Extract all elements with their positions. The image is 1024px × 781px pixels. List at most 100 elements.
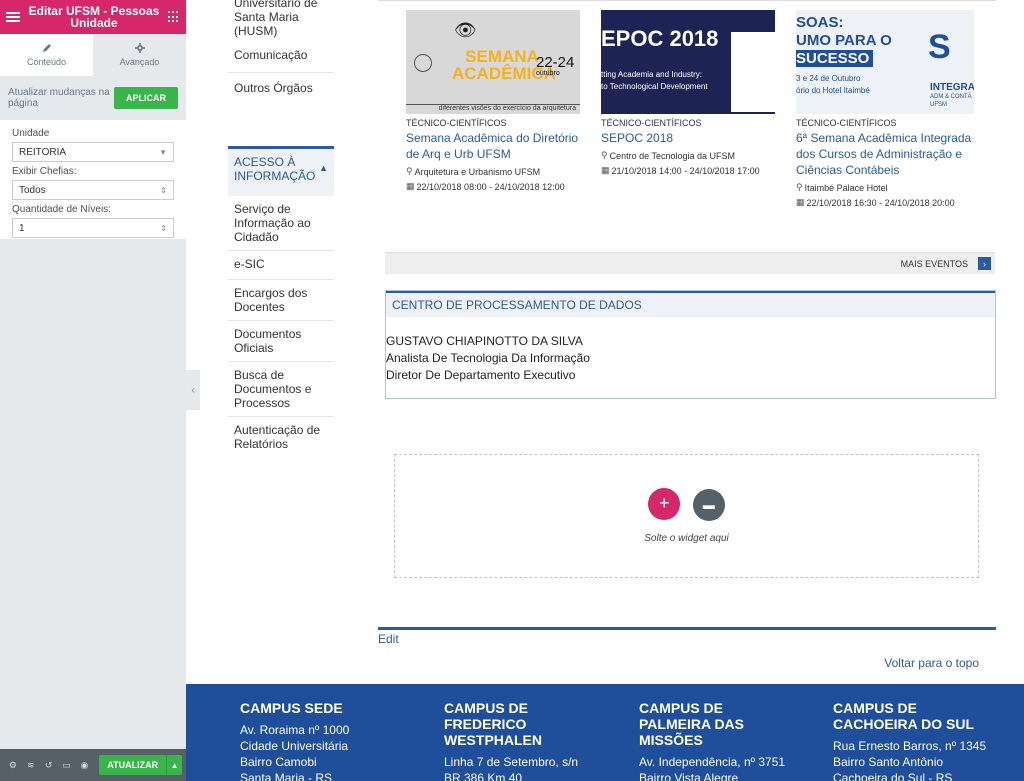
event-card[interactable]: EPOC 2018 tting Academia and Industry: t… [601, 10, 775, 176]
event-category: TÉCNICO-CIENTÍFICOS [406, 118, 507, 128]
banner-line4: 3 e 24 de Outubro [796, 74, 861, 83]
event-banner-image[interactable]: EPOC 2018 tting Academia and Industry: t… [601, 10, 775, 114]
drop-zone-text: Solte o widget aqui [644, 533, 729, 545]
banner-line3: SUCESSO [796, 50, 874, 67]
banner-sub2: to Technological Development [601, 82, 708, 91]
panel-tabs: Conteúdo Avançado [0, 34, 186, 76]
unit-people-list: GUSTAVO CHIAPINOTTO DA SILVA Analista De… [386, 317, 995, 384]
panel-header: Editar UFSM - Pessoas Unidade [0, 0, 186, 34]
update-button[interactable]: ATUALIZAR [99, 755, 167, 775]
update-options-caret-icon[interactable]: ▲ [166, 755, 182, 775]
access-info-header[interactable]: ACESSO À INFORMAÇÃO ▲ [228, 146, 334, 196]
campus-block: CAMPUS SEDE Av. Roraima nº 1000 Cidade U… [240, 700, 410, 781]
add-widget-plus-icon[interactable]: + [648, 487, 681, 520]
campus-address: Av. Independência, nº 3751 [639, 755, 786, 769]
template-folder-icon[interactable]: ▬ [692, 489, 725, 522]
nav-item-busca[interactable]: Busca de Documentos e Processos [228, 362, 334, 417]
gear-icon [134, 43, 145, 53]
updown-icon: ⇕ [160, 185, 167, 195]
event-banner-image[interactable]: SOAS: UMO PARA O SUCESSO 3 e 24 de Outub… [796, 10, 974, 114]
campus-block: CAMPUS DE PALMEIRA DAS MISSÕES Av. Indep… [639, 700, 785, 781]
nav-item-autenticacao[interactable]: Autenticação de Relatórios [228, 417, 334, 457]
event-card[interactable]: 👁 SEMANA ACADÊMICA 22-24 outubro diferen… [406, 10, 580, 192]
banner-right1: INTEGRA [930, 82, 974, 93]
access-info-label: ACESSO À INFORMAÇÃO [234, 155, 316, 183]
responsive-icon[interactable]: ▭ [60, 758, 74, 772]
more-events-bar[interactable]: MAIS EVENTOS › [385, 252, 995, 274]
person-role: Diretor De Departamento Executivo [386, 368, 576, 382]
nav-item-sic[interactable]: Serviço de Informação ao Cidadão [228, 196, 334, 251]
banner-logo: S [928, 28, 951, 66]
edit-link[interactable]: Edit [378, 632, 399, 646]
chevron-right-icon[interactable]: › [978, 257, 991, 270]
chevron-up-icon: ▲ [319, 163, 328, 173]
pencil-icon [42, 44, 51, 52]
event-location-text: Centro de Tecnologia da UFSM [609, 150, 735, 161]
chevron-down-icon: ▼ [159, 147, 167, 157]
event-date: ▦ 22/10/2018 08:00 - 24/10/2018 12:00 [406, 181, 580, 192]
nav-item-comunicacao[interactable]: Comunicação [228, 42, 334, 73]
campus-address: Rua Ernesto Barros, nº 1345 [833, 739, 987, 753]
campus-address: Bairro Santo Antônio [833, 755, 944, 769]
unit-label: Unidade [12, 128, 50, 139]
preview-eye-icon[interactable]: ◉ [77, 758, 91, 772]
banner-right2: ADM & CONTÁ [930, 94, 972, 100]
unit-title: CENTRO DE PROCESSAMENTO DE DADOS [386, 291, 995, 317]
nav-item-husm[interactable]: Universitário de Santa Maria (HUSM) [228, 0, 334, 42]
campus-address: Cachoeira do Sul - RS [833, 771, 953, 781]
campus-title: CAMPUS DE CACHOEIRA DO SUL [833, 700, 975, 732]
apply-row: Atualizar mudanças na página APLICAR [0, 76, 186, 120]
calendar-icon: ▦ [601, 165, 610, 175]
event-date: ▦ 22/10/2018 16:30 - 24/10/2018 20:00 [796, 197, 974, 208]
event-title[interactable]: Semana Acadêmica do Diretório de Arq e U… [406, 130, 580, 162]
event-card[interactable]: SOAS: UMO PARA O SUCESSO 3 e 24 de Outub… [796, 10, 974, 208]
nav-item-encargos[interactable]: Encargos dos Docentes [228, 280, 334, 321]
editor-panel: Editar UFSM - Pessoas Unidade Conteúdo A… [0, 0, 186, 781]
history-icon[interactable]: ↺ [42, 758, 56, 772]
event-date-text: 21/10/2018 14:00 - 24/10/2018 17:00 [611, 165, 760, 176]
back-to-top-link[interactable]: Voltar para o topo [884, 656, 979, 670]
banner-logos [731, 32, 775, 112]
banner-title: EPOC 2018 [601, 26, 719, 51]
hamburger-menu-icon[interactable] [6, 12, 20, 22]
banner-date: 22-24 [536, 54, 575, 71]
nav-item-esic[interactable]: e-SIC [228, 251, 334, 280]
campus-title: CAMPUS DE FREDERICO WESTPHALEN [444, 700, 542, 748]
show-heads-label: Exibir Chefias: [12, 166, 77, 177]
event-date-text: 22/10/2018 08:00 - 24/10/2018 12:00 [416, 181, 565, 192]
banner-right3: UFSM [930, 102, 947, 108]
layers-icon[interactable]: ≋ [24, 758, 38, 772]
event-location: ⚲ Arquitetura e Urbanismo UFSM [406, 166, 580, 177]
campus-address: Av. Roraima nº 1000 [240, 723, 350, 737]
map-marker-icon: ⚲ [601, 150, 608, 160]
calendar-icon: ▦ [406, 181, 415, 191]
widgets-grid-icon[interactable] [168, 11, 180, 23]
tab-advanced[interactable]: Avançado [93, 34, 186, 76]
site-footer: CAMPUS SEDE Av. Roraima nº 1000 Cidade U… [186, 684, 1024, 781]
unit-select[interactable]: REITORIA ▼ [12, 142, 174, 162]
campus-block: CAMPUS DE FREDERICO WESTPHALEN Linha 7 d… [444, 700, 578, 781]
tab-content-label: Conteúdo [26, 57, 67, 67]
settings-icon[interactable]: ⚙ [6, 758, 20, 772]
unit-people-widget: CENTRO DE PROCESSAMENTO DE DADOS GUSTAVO… [385, 290, 996, 399]
campus-address: Linha 7 de Setembro, s/n [444, 755, 579, 769]
panel-footer: ⚙ ≋ ↺ ▭ ◉ ATUALIZAR ▲ [0, 749, 186, 781]
event-banner-image[interactable]: 👁 SEMANA ACADÊMICA 22-24 outubro diferen… [406, 10, 580, 114]
collapse-panel-chevron-icon[interactable]: ‹ [186, 370, 200, 410]
tab-content[interactable]: Conteúdo [0, 34, 93, 76]
show-heads-select[interactable]: Todos ⇕ [12, 180, 174, 200]
show-heads-value: Todos [19, 184, 46, 196]
event-title[interactable]: 6ª Semana Acadêmica Integrada dos Cursos… [796, 130, 974, 178]
map-marker-icon: ⚲ [406, 166, 413, 176]
widget-drop-zone[interactable]: + ▬ Solte o widget aqui [394, 454, 979, 578]
banner-subtitle: diferentes visões do exercício da arquit… [406, 104, 580, 112]
levels-select[interactable]: 1 ⇕ [12, 218, 174, 238]
banner-line2: UMO PARA O [796, 32, 892, 49]
event-date-text: 22/10/2018 16:30 - 24/10/2018 20:00 [806, 197, 955, 208]
campus-title: CAMPUS DE PALMEIRA DAS MISSÕES [639, 700, 744, 748]
nav-item-documentos[interactable]: Documentos Oficiais [228, 321, 334, 362]
event-category: TÉCNICO-CIENTÍFICOS [796, 118, 897, 128]
apply-button[interactable]: APLICAR [114, 87, 178, 109]
nav-item-outros-orgaos[interactable]: Outros Órgãos [228, 73, 334, 135]
event-title[interactable]: SEPOC 2018 [601, 130, 775, 146]
